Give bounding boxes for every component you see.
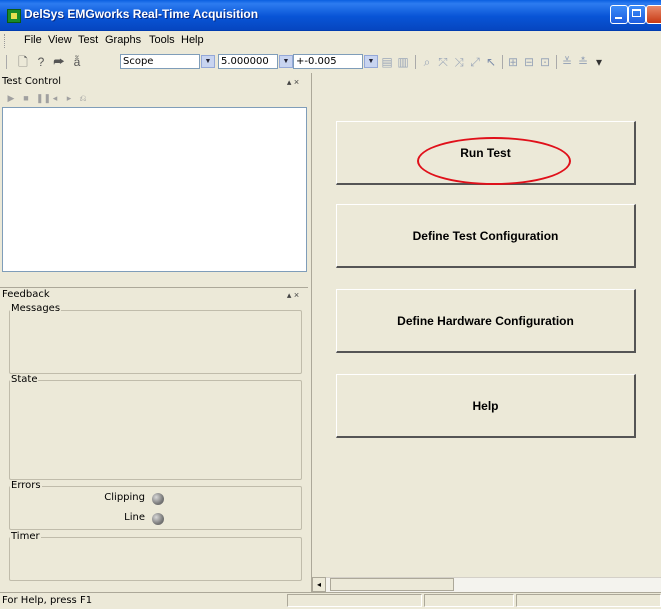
line-label: Line [124, 512, 145, 523]
chart-fit-icon[interactable]: ▥ [396, 55, 410, 69]
menu-bar: File View Test Graphs Tools Help [0, 31, 661, 51]
timer-group [9, 537, 302, 581]
maximize-button[interactable] [628, 5, 646, 24]
play-icon[interactable]: ▶ [6, 93, 16, 103]
marker-clear-icon[interactable]: ≛ [576, 55, 590, 69]
next-icon[interactable]: ▸ [64, 93, 74, 103]
menu-file[interactable]: File [24, 34, 42, 46]
toolbar-separator [415, 55, 416, 69]
scroll-left-icon[interactable]: ◂ [312, 577, 326, 592]
status-pane [287, 594, 422, 607]
menu-test[interactable]: Test [78, 34, 98, 46]
menu-help[interactable]: Help [181, 34, 204, 46]
mode-select[interactable]: Scope [120, 54, 200, 69]
status-pane [516, 594, 661, 607]
zoom-icon[interactable]: ⌕ [420, 55, 434, 69]
pointer-icon[interactable]: ↖ [484, 55, 498, 69]
text-tool-icon[interactable]: ẫ [70, 55, 84, 69]
status-text: For Help, press F1 [2, 595, 93, 606]
zoom-fit-icon[interactable]: ⤢ [468, 55, 482, 69]
zoom-x-icon[interactable]: ⤧ [436, 55, 450, 69]
window-title: DelSys EMGworks Real-Time Acquisition [24, 7, 259, 21]
test-control-list[interactable] [2, 107, 307, 272]
overflow-icon[interactable]: ▾ [592, 55, 606, 69]
menu-grip[interactable] [4, 34, 7, 48]
test-control-header: Test Control [0, 75, 308, 89]
chevron-down-icon[interactable]: ▼ [364, 55, 378, 68]
feedback-pane-controls[interactable]: ▴ × [281, 289, 305, 301]
test-control-pane-controls[interactable]: ▴ × [281, 76, 305, 88]
state-label: State [10, 374, 39, 385]
menu-graphs[interactable]: Graphs [105, 34, 141, 46]
highlight-annotation [417, 137, 571, 185]
marker-icon[interactable]: ≚ [560, 55, 574, 69]
menu-view[interactable]: View [48, 34, 72, 46]
state-group [9, 380, 302, 480]
cursor-icon[interactable]: ⊡ [538, 55, 552, 69]
define-hardware-config-button[interactable]: Define Hardware Configuration [336, 289, 636, 353]
test-control-toolbar: ▶ ■ ❚❚ ◂ ▸ ⎌ [0, 88, 308, 108]
grid-alt-icon[interactable]: ⊟ [522, 55, 536, 69]
previous-icon[interactable]: ◂ [50, 93, 60, 103]
chevron-down-icon[interactable]: ▼ [279, 55, 293, 68]
app-icon[interactable] [7, 9, 21, 23]
range-select[interactable]: +-0.005 [293, 54, 363, 69]
close-button[interactable] [646, 5, 661, 24]
minimize-button[interactable] [610, 5, 628, 24]
grid-icon[interactable]: ⊞ [506, 55, 520, 69]
clipping-label: Clipping [104, 492, 145, 503]
new-file-icon[interactable]: 🗋 [16, 55, 30, 69]
errors-label: Errors [10, 480, 42, 491]
context-help-icon[interactable]: ⮫ [52, 55, 66, 69]
menu-tools[interactable]: Tools [149, 34, 175, 46]
feedback-header: Feedback [0, 287, 308, 301]
chevron-down-icon[interactable]: ▼ [201, 55, 215, 68]
define-test-config-button[interactable]: Define Test Configuration [336, 204, 636, 268]
time-select[interactable]: 5.000000 [218, 54, 278, 69]
return-icon[interactable]: ⎌ [78, 93, 88, 103]
toolbar: 🗋 ? ⮫ ẫ Scope ▼ 5.000000 ▼ +-0.005 ▼ ▤ ▥… [0, 51, 661, 73]
chart-scale-icon[interactable]: ▤ [380, 55, 394, 69]
zoom-y-icon[interactable]: ⤨ [452, 55, 466, 69]
timer-label: Timer [10, 531, 41, 542]
messages-group [9, 310, 302, 374]
messages-label: Messages [10, 303, 62, 314]
pause-icon[interactable]: ❚❚ [36, 93, 51, 103]
stop-icon[interactable]: ■ [21, 93, 31, 103]
scroll-thumb[interactable] [330, 578, 454, 591]
help-icon[interactable]: ? [34, 55, 48, 69]
test-control-title: Test Control [2, 76, 62, 87]
toolbar-separator [556, 55, 557, 69]
status-pane [424, 594, 514, 607]
toolbar-separator [502, 55, 503, 69]
help-button[interactable]: Help [336, 374, 636, 438]
toolbar-grip[interactable] [6, 55, 7, 69]
feedback-title: Feedback [2, 289, 50, 300]
line-indicator [152, 513, 164, 525]
clipping-indicator [152, 493, 164, 505]
